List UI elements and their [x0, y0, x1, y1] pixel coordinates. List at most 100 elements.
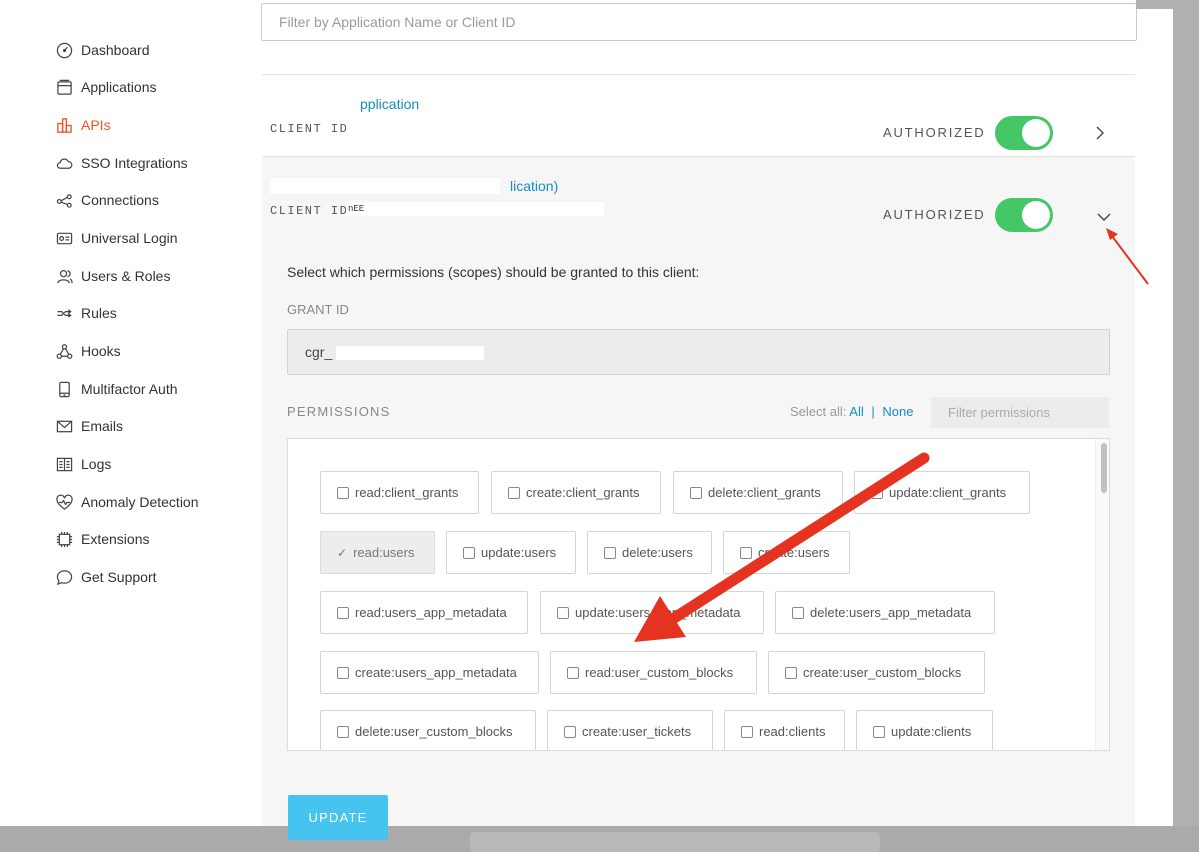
checkbox-icon — [740, 546, 752, 559]
phone-icon — [55, 380, 73, 398]
chat-bubble-icon — [55, 568, 73, 586]
permission-label: create:client_grants — [526, 485, 640, 500]
permission-label: delete:user_custom_blocks — [355, 724, 513, 739]
permission-label: delete:users_app_metadata — [810, 605, 972, 620]
sidebar-item-multifactor-auth[interactable]: Multifactor Auth — [55, 378, 178, 400]
permission-checkbox-checked[interactable]: ✓ read:users — [320, 531, 435, 574]
panel-title: Select which permissions (scopes) should… — [287, 264, 700, 280]
permission-checkbox[interactable]: read:clients — [724, 710, 845, 750]
screenshot-border — [1173, 0, 1199, 852]
sidebar-item-rules[interactable]: Rules — [55, 302, 117, 324]
permission-label: read:users_app_metadata — [355, 605, 507, 620]
users-icon — [55, 267, 73, 285]
sidebar-item-label: Logs — [81, 456, 112, 472]
permission-checkbox[interactable]: create:user_custom_blocks — [768, 651, 985, 694]
select-all-label: Select all: — [790, 404, 847, 419]
sidebar-item-hooks[interactable]: Hooks — [55, 340, 121, 362]
permission-checkbox[interactable]: read:users_app_metadata — [320, 591, 528, 634]
application-name: lication) — [510, 178, 559, 194]
toggle-knob — [1022, 119, 1050, 147]
scrollbar-thumb[interactable] — [1101, 443, 1107, 493]
authorized-label: AUTHORIZED — [883, 207, 986, 222]
permission-label: read:client_grants — [355, 485, 459, 500]
application-name: pplication — [360, 96, 420, 112]
heart-icon — [55, 493, 73, 511]
checkbox-icon — [337, 666, 349, 679]
sidebar-item-label: Hooks — [81, 343, 121, 359]
blurred-region — [470, 832, 880, 852]
applications-icon — [55, 78, 73, 96]
permission-checkbox[interactable]: delete:users_app_metadata — [775, 591, 995, 634]
sidebar-item-universal-login[interactable]: Universal Login — [55, 227, 178, 249]
permission-checkbox[interactable]: read:client_grants — [320, 471, 479, 514]
sidebar-item-apis[interactable]: APIs — [55, 114, 111, 136]
permission-checkbox[interactable]: update:clients — [856, 710, 993, 750]
update-button[interactable]: UPDATE — [288, 795, 388, 840]
sidebar-item-emails[interactable]: Emails — [55, 415, 123, 437]
sidebar-item-label: Applications — [81, 79, 157, 95]
search-input[interactable] — [261, 3, 1137, 41]
permission-checkbox[interactable]: delete:user_custom_blocks — [320, 710, 536, 750]
hooks-icon — [55, 342, 73, 360]
permission-label: read:clients — [759, 724, 826, 739]
permission-checkbox[interactable]: create:client_grants — [491, 471, 661, 514]
permission-label: create:user_tickets — [582, 724, 692, 739]
sidebar-item-logs[interactable]: Logs — [55, 453, 111, 475]
sidebar-item-anomaly-detection[interactable]: Anomaly Detection — [55, 491, 199, 513]
sidebar-item-label: Get Support — [81, 569, 157, 585]
sidebar-item-dashboard[interactable]: Dashboard — [55, 39, 150, 61]
separator: | — [871, 404, 875, 419]
permission-checkbox[interactable]: create:users_app_metadata — [320, 651, 539, 694]
sidebar-item-label: SSO Integrations — [81, 155, 188, 171]
permission-checkbox[interactable]: delete:users — [587, 531, 712, 574]
checkbox-icon — [871, 486, 883, 499]
dashboard-icon — [55, 41, 73, 59]
permission-label: create:user_custom_blocks — [803, 665, 962, 680]
chevron-down-icon[interactable] — [1096, 209, 1112, 225]
permission-checkbox[interactable]: update:users — [446, 531, 576, 574]
permission-checkbox[interactable]: update:users_app_metadata — [540, 591, 764, 634]
logs-icon — [55, 455, 73, 473]
filter-permissions-input[interactable] — [931, 397, 1109, 428]
checkbox-icon — [337, 486, 349, 499]
sidebar-item-connections[interactable]: Connections — [55, 189, 159, 211]
permission-label: update:client_grants — [889, 485, 1007, 500]
sidebar-item-applications[interactable]: Applications — [55, 76, 157, 98]
cloud-icon — [55, 154, 73, 172]
permission-checkbox[interactable]: read:user_custom_blocks — [550, 651, 757, 694]
authorize-toggle[interactable] — [995, 116, 1053, 150]
permission-label: read:user_custom_blocks — [585, 665, 734, 680]
client-id-row: CLIENT ID: nEE — [270, 202, 604, 218]
scrollbar[interactable] — [1095, 439, 1109, 750]
sidebar-item-label: Connections — [81, 192, 159, 208]
permissions-label: PERMISSIONS — [287, 404, 391, 419]
select-all-link[interactable]: All — [849, 404, 863, 419]
app-window: Dashboard Applications APIs SSO Integrat… — [0, 0, 1173, 826]
checkbox-icon — [337, 725, 349, 738]
checkbox-icon — [567, 666, 579, 679]
chevron-right-icon[interactable] — [1092, 125, 1108, 141]
permission-label: create:users_app_metadata — [355, 665, 517, 680]
grant-id-label: GRANT ID — [287, 302, 349, 317]
permission-label: update:users — [481, 545, 557, 560]
sidebar-item-label: Users & Roles — [81, 268, 171, 284]
sidebar-item-extensions[interactable]: Extensions — [55, 528, 149, 550]
permission-checkbox[interactable]: create:users — [723, 531, 850, 574]
authorize-toggle[interactable] — [995, 198, 1053, 232]
checkbox-icon — [792, 606, 804, 619]
permission-checkbox[interactable]: delete:client_grants — [673, 471, 843, 514]
sidebar-item-users-roles[interactable]: Users & Roles — [55, 265, 170, 287]
redaction — [270, 96, 352, 112]
rules-icon — [55, 304, 73, 322]
application-row[interactable]: pplication CLIENT ID: AUTHORIZED — [262, 75, 1135, 157]
grant-id-value: cgr_ — [305, 344, 333, 360]
permissions-list: read:client_grants create:client_grants … — [287, 438, 1110, 751]
redaction — [336, 346, 484, 360]
permission-label: create:users — [758, 545, 830, 560]
application-row-expanded[interactable]: lication) CLIENT ID: nEE AUTHORIZED — [262, 157, 1135, 239]
sidebar-item-sso-integrations[interactable]: SSO Integrations — [55, 152, 188, 174]
permission-checkbox[interactable]: create:user_tickets — [547, 710, 713, 750]
sidebar-item-get-support[interactable]: Get Support — [55, 566, 157, 588]
permission-checkbox[interactable]: update:client_grants — [854, 471, 1030, 514]
select-none-link[interactable]: None — [882, 404, 913, 419]
